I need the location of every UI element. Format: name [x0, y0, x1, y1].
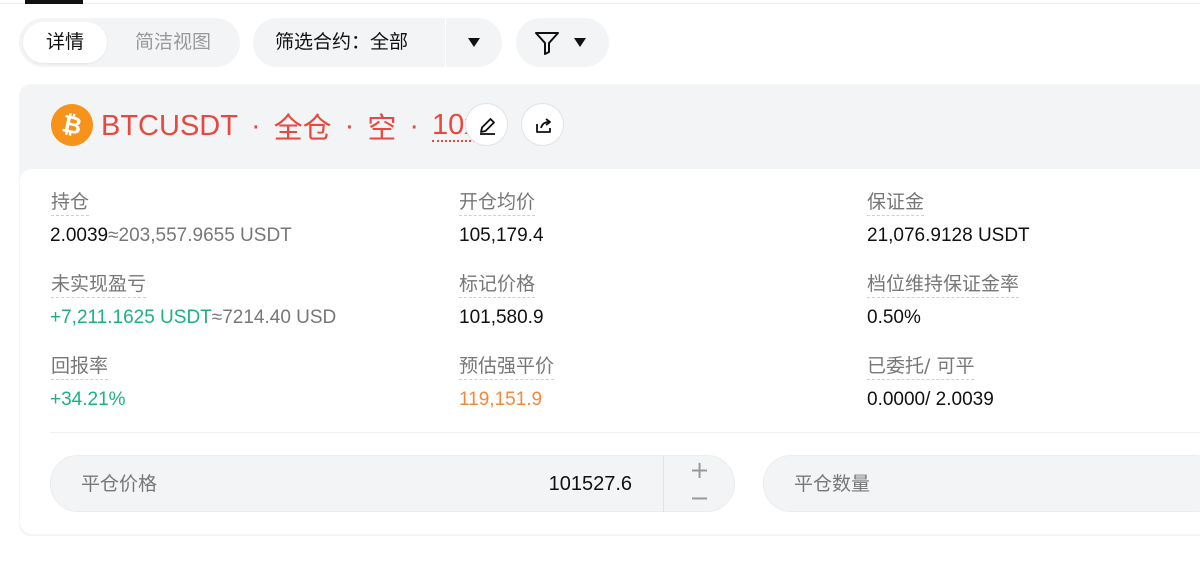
margin-label: 保证金 — [867, 190, 925, 216]
close-quantity-input[interactable]: 平仓数量 — [763, 455, 1200, 512]
liq-price-value: 119,151.9 — [459, 389, 543, 410]
close-quantity-placeholder[interactable]: 平仓数量 — [794, 456, 870, 512]
holding-approx-value: ≈203,557.9655 USDT — [108, 225, 292, 246]
contract-filter[interactable]: 筛选合约：全部 — [253, 18, 502, 67]
maintenance-rate-value: 0.50% — [867, 307, 921, 328]
mark-price-label: 标记价格 — [459, 272, 536, 298]
holding-size: 2.0039 — [50, 225, 109, 246]
tab-details[interactable]: 详情 — [23, 22, 107, 63]
unrealized-pnl-label: 未实现盈亏 — [51, 272, 147, 298]
margin-value: 21,076.9128 USDT — [867, 225, 1030, 246]
caret-down-icon — [574, 38, 586, 47]
pencil-icon — [480, 118, 495, 135]
top-border — [0, 3, 1200, 4]
closable-value: 0.0000/ 2.0039 — [867, 389, 994, 410]
liq-price-label: 预估强平价 — [459, 354, 555, 380]
entry-price-label: 开仓均价 — [459, 190, 536, 216]
decrease-price-button[interactable]: − — [664, 484, 735, 512]
unrealized-pnl-value: +7,211.1625 USDT≈7214.40 USD — [50, 306, 336, 330]
advanced-filter-button[interactable] — [516, 18, 609, 67]
caret-down-icon — [468, 38, 480, 47]
maintenance-rate-label: 档位维持保证金率 — [867, 272, 1020, 298]
filter-dropdown-button[interactable] — [446, 18, 502, 67]
share-button[interactable] — [521, 103, 564, 146]
holding-value: 2.0039≈203,557.9655 USDT — [50, 224, 292, 248]
tab-compact-view[interactable]: 简洁视图 — [115, 22, 231, 63]
holding-label: 持仓 — [51, 190, 90, 216]
separator-dot: · — [409, 109, 419, 142]
filter-value: 全部 — [370, 31, 409, 53]
unrealized-pnl-usdt: +7,211.1625 USDT — [50, 307, 212, 328]
contract-filter-label[interactable]: 筛选合约：全部 — [275, 18, 408, 67]
margin-mode: 全仓 — [273, 113, 332, 145]
entry-price-value: 105,179.4 — [459, 225, 544, 246]
active-tab-indicator — [25, 0, 83, 4]
separator-dot: · — [250, 109, 261, 142]
divider — [50, 432, 1200, 433]
share-icon — [536, 118, 551, 133]
position-title: BTCUSDT · 全仓 · 空 · 10x — [101, 106, 479, 146]
funnel-icon — [535, 32, 559, 55]
close-price-input[interactable]: 平仓价格 101527.6 + − — [50, 455, 735, 512]
symbol: BTCUSDT — [101, 109, 238, 142]
closable-label: 已委托/ 可平 — [867, 354, 975, 380]
direction: 空 — [367, 113, 397, 145]
close-price-label: 平仓价格 — [81, 473, 158, 495]
separator-dot: · — [344, 109, 355, 142]
edit-button[interactable] — [465, 103, 508, 146]
roe-label: 回报率 — [51, 354, 109, 380]
increase-price-button[interactable]: + — [664, 456, 735, 484]
unrealized-pnl-usd: ≈7214.40 USD — [211, 307, 337, 328]
filter-label: 筛选合约： — [275, 31, 371, 53]
view-switch: 详情 简洁视图 — [19, 18, 240, 67]
roe-value: +34.21% — [50, 389, 126, 410]
mark-price-value: 101,580.9 — [459, 307, 544, 328]
close-price-value[interactable]: 101527.6 — [549, 456, 632, 512]
